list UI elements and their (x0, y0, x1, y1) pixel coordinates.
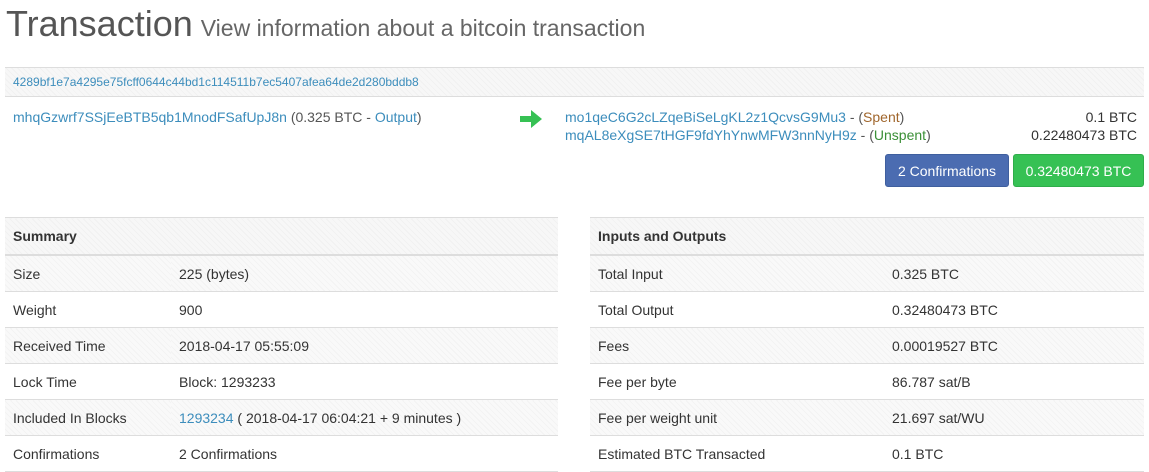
output-status-unspent: Unspent (873, 127, 927, 143)
io-value: 0.1 BTC (884, 435, 1144, 472)
summary-value: 2018-04-17 05:55:09 (171, 327, 558, 364)
output-close-paren: ) (899, 109, 905, 125)
table-row: Total Output 0.32480473 BTC (590, 291, 1144, 328)
summary-table: Summary Size 225 (bytes) Weight 900 Rece… (5, 217, 558, 472)
input-close-paren: ) (416, 109, 422, 125)
table-row: Weight 900 (5, 291, 558, 328)
io-value: 0.32480473 BTC (884, 291, 1144, 328)
io-table: Inputs and Outputs Total Input 0.325 BTC… (590, 217, 1144, 472)
io-value: 21.697 sat/WU (884, 399, 1144, 436)
io-label: Fee per weight unit (590, 399, 884, 436)
io-label: Estimated BTC Transacted (590, 435, 884, 472)
total-amount-button[interactable]: 0.32480473 BTC (1013, 154, 1144, 187)
tx-outputs: mo1qeC6G2cLZqeBiSeLgKL2z1QcvsG9Mu3 - (Sp… (565, 109, 1137, 145)
summary-label: Confirmations (5, 435, 171, 472)
output-status-spent[interactable]: Spent (863, 109, 900, 125)
summary-value: 1293234 ( 2018-04-17 06:04:21 + 9 minute… (171, 399, 558, 436)
io-value: 0.325 BTC (884, 255, 1144, 292)
block-link[interactable]: 1293234 (179, 410, 234, 426)
io-label: Fee per byte (590, 363, 884, 400)
output-row: mqAL8eXgSE7tHGF9fdYhYnwMFW3nnNyH9z - (Un… (565, 127, 1137, 145)
summary-value: 225 (bytes) (171, 255, 558, 292)
inputs-outputs-panel: Inputs and Outputs Total Input 0.325 BTC… (590, 217, 1144, 472)
transaction-page: Transaction View information about a bitc… (0, 0, 1149, 472)
summary-label: Size (5, 255, 171, 292)
summary-value: 900 (171, 291, 558, 328)
table-row: Size 225 (bytes) (5, 255, 558, 292)
summary-label: Received Time (5, 327, 171, 364)
summary-label: Lock Time (5, 363, 171, 400)
input-amount: (0.325 BTC - (290, 109, 375, 125)
table-row: Fee per weight unit 21.697 sat/WU (590, 399, 1144, 436)
summary-label: Included In Blocks (5, 399, 171, 436)
table-row: Confirmations 2 Confirmations (5, 435, 558, 472)
output-address-link[interactable]: mqAL8eXgSE7tHGF9fdYhYnwMFW3nnNyH9z (565, 127, 857, 143)
table-row: Fees 0.00019527 BTC (590, 327, 1144, 364)
table-row: Estimated BTC Transacted 0.1 BTC (590, 435, 1144, 472)
txid-link[interactable]: 4289bf1e7a4295e75fcff0644c44bd1c114511b7… (13, 75, 419, 89)
block-time: ( 2018-04-17 06:04:21 + 9 minutes ) (233, 409, 462, 426)
io-heading: Inputs and Outputs (590, 217, 1144, 256)
output-address-link[interactable]: mo1qeC6G2cLZqeBiSeLgKL2z1QcvsG9Mu3 (565, 109, 846, 125)
table-row: Fee per byte 86.787 sat/B (590, 363, 1144, 400)
table-row: Received Time 2018-04-17 05:55:09 (5, 327, 558, 364)
page-header: Transaction View information about a bitc… (6, 3, 645, 45)
output-amount: 0.22480473 BTC (1031, 127, 1137, 143)
output-separator: - ( (845, 109, 864, 125)
summary-panel: Summary Size 225 (bytes) Weight 900 Rece… (5, 217, 558, 472)
io-label: Fees (590, 327, 884, 364)
output-row: mo1qeC6G2cLZqeBiSeLgKL2z1QcvsG9Mu3 - (Sp… (565, 109, 1137, 127)
summary-value: 2 Confirmations (171, 435, 558, 472)
io-label: Total Input (590, 255, 884, 292)
io-value: 0.00019527 BTC (884, 327, 1144, 364)
summary-value: Block: 1293233 (171, 363, 558, 400)
input-address-link[interactable]: mhqGzwrf7SSjEeBTB5qb1MnodFSafUpJ8n (13, 109, 287, 125)
arrow-right-icon (520, 110, 542, 128)
tx-inputs: mhqGzwrf7SSjEeBTB5qb1MnodFSafUpJ8n (0.32… (13, 109, 422, 125)
confirmations-button[interactable]: 2 Confirmations (885, 154, 1009, 187)
io-label: Total Output (590, 291, 884, 328)
io-value: 86.787 sat/B (884, 363, 1144, 400)
output-separator: - ( (856, 127, 874, 143)
summary-heading: Summary (5, 217, 558, 256)
table-row: Total Input 0.325 BTC (590, 255, 1144, 292)
summary-label: Weight (5, 291, 171, 328)
output-close-paren: ) (926, 127, 931, 143)
page-subtitle: View information about a bitcoin transac… (200, 15, 646, 41)
page-title: Transaction (6, 3, 193, 44)
table-row: Lock Time Block: 1293233 (5, 363, 558, 400)
input-output-link[interactable]: Output (375, 109, 417, 125)
txid-bar: 4289bf1e7a4295e75fcff0644c44bd1c114511b7… (5, 67, 1144, 97)
table-row: Included In Blocks 1293234 ( 2018-04-17 … (5, 399, 558, 436)
output-amount: 0.1 BTC (1085, 109, 1137, 125)
